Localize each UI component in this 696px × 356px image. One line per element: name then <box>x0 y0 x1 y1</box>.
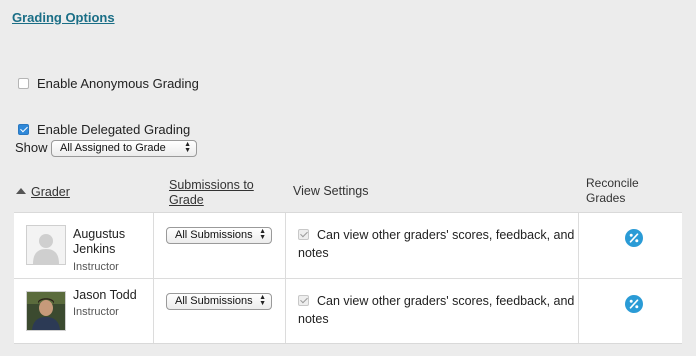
reconcile-grades-button[interactable] <box>625 295 643 313</box>
table-row: Augustus Jenkins Instructor All Submissi… <box>14 213 682 278</box>
select-arrows-icon: ▲ ▼ <box>259 228 266 241</box>
grading-options-title[interactable]: Grading Options <box>12 10 115 25</box>
submissions-select-value: All Submissions <box>175 295 253 307</box>
delegated-grading-option[interactable]: Enable Delegated Grading <box>18 122 190 137</box>
submissions-select[interactable]: All Submissions ▲ ▼ <box>166 293 272 310</box>
delegated-grading-label: Enable Delegated Grading <box>37 122 191 137</box>
submissions-select[interactable]: All Submissions ▲ ▼ <box>166 227 272 244</box>
show-label: Show <box>15 140 48 155</box>
anonymous-grading-label: Enable Anonymous Grading <box>37 76 199 91</box>
view-setting-checkbox <box>298 229 309 240</box>
view-setting-label: Can view other graders' scores, feedback… <box>298 294 575 326</box>
submissions-select-value: All Submissions <box>175 229 253 241</box>
header-submissions[interactable]: Submissions to Grade <box>169 178 254 208</box>
view-setting-label: Can view other graders' scores, feedback… <box>298 228 575 260</box>
sort-up-icon[interactable] <box>16 188 26 194</box>
grader-name: Jason Todd <box>73 288 137 302</box>
percent-icon <box>629 233 639 243</box>
percent-icon <box>629 299 639 309</box>
show-select[interactable]: All Assigned to Grade ▲ ▼ <box>51 140 197 157</box>
show-select-value: All Assigned to Grade <box>60 142 166 154</box>
view-setting-option: Can view other graders' scores, feedback… <box>298 226 583 262</box>
anonymous-grading-checkbox[interactable] <box>18 78 29 89</box>
header-reconcile-grades: Reconcile Grades <box>586 176 639 205</box>
select-arrows-icon: ▲ ▼ <box>184 141 191 154</box>
graders-table: Augustus Jenkins Instructor All Submissi… <box>14 212 682 344</box>
table-row: Jason Todd Instructor All Submissions ▲ ▼… <box>14 278 682 344</box>
anonymous-grading-option[interactable]: Enable Anonymous Grading <box>18 76 199 91</box>
grader-role: Instructor <box>73 306 119 318</box>
select-arrows-icon: ▲ ▼ <box>259 294 266 307</box>
header-view-settings: View Settings <box>293 184 369 198</box>
delegated-grading-checkbox[interactable] <box>18 124 29 135</box>
reconcile-grades-button[interactable] <box>625 229 643 247</box>
view-setting-checkbox <box>298 295 309 306</box>
default-avatar-icon <box>26 225 66 265</box>
user-photo-avatar <box>26 291 66 331</box>
grader-role: Instructor <box>73 261 119 273</box>
header-grader[interactable]: Grader <box>31 185 70 199</box>
grader-name: Augustus Jenkins <box>73 227 126 256</box>
view-setting-option: Can view other graders' scores, feedback… <box>298 292 583 328</box>
